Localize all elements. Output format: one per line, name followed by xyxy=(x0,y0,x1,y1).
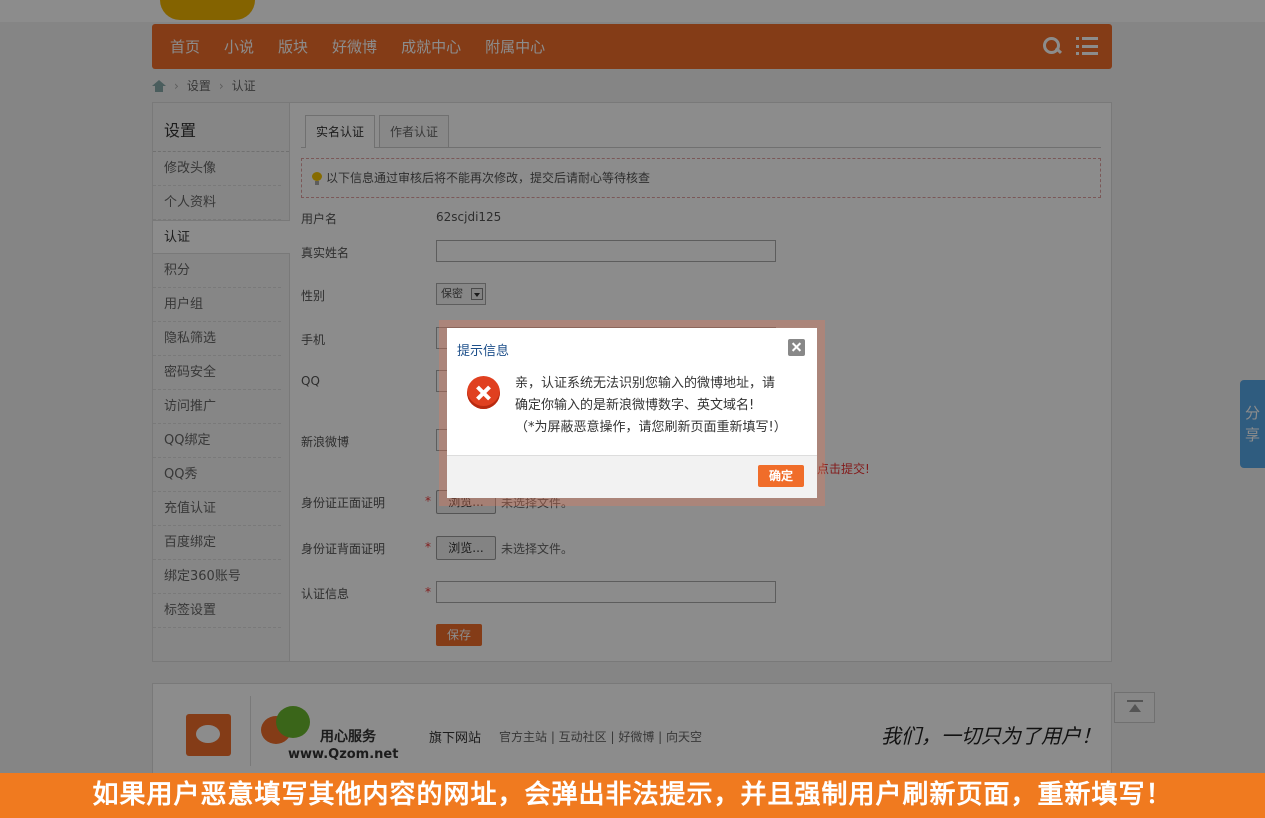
dialog-message: 亲，认证系统无法识别您输入的微博地址，请 确定你输入的是新浪微博数字、英文域名!… xyxy=(515,373,807,439)
alert-dialog: 提示信息 亲，认证系统无法识别您输入的微博地址，请 确定你输入的是新浪微博数字、… xyxy=(447,328,817,498)
dialog-line-3: （*为屏蔽恶意操作，请您刷新页面重新填写!） xyxy=(515,420,787,435)
dialog-line-1: 亲，认证系统无法识别您输入的微博地址，请 xyxy=(515,376,776,391)
dialog-footer: 确定 xyxy=(447,455,817,498)
dialog-line-2: 确定你输入的是新浪微博数字、英文域名! xyxy=(515,398,755,413)
caption-banner: 如果用户恶意填写其他内容的网址，会弹出非法提示，并且强制用户刷新页面，重新填写！ xyxy=(0,773,1265,818)
error-icon xyxy=(467,376,500,409)
dialog-title: 提示信息 xyxy=(457,344,510,359)
ok-button[interactable]: 确定 xyxy=(758,465,804,487)
close-icon[interactable] xyxy=(788,339,805,356)
